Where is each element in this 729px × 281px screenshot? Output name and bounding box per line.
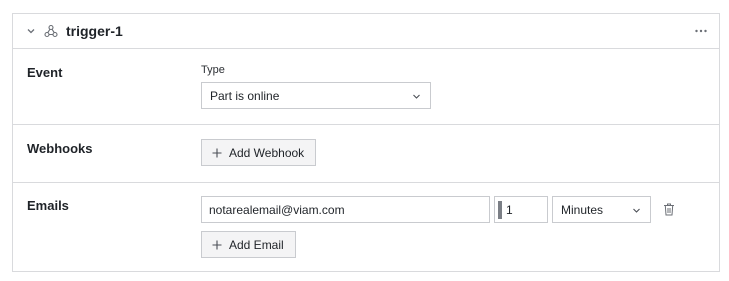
input-focus-bar bbox=[498, 201, 502, 219]
interval-unit-value: Minutes bbox=[561, 203, 604, 217]
trigger-header[interactable]: trigger-1 bbox=[13, 14, 719, 49]
email-value: notarealemail@viam.com bbox=[209, 203, 345, 217]
webhooks-section: Webhooks Add Webhook bbox=[13, 125, 719, 183]
chevron-down-icon bbox=[413, 94, 420, 99]
more-horizontal-icon[interactable] bbox=[693, 24, 709, 38]
event-type-value: Part is online bbox=[210, 89, 280, 103]
emails-section: Emails notarealemail@viam.com 1 Minutes … bbox=[13, 183, 719, 273]
event-section: Event Type Part is online bbox=[13, 49, 719, 125]
interval-number-input[interactable]: 1 bbox=[494, 196, 548, 223]
chevron-down-icon bbox=[633, 208, 640, 213]
interval-unit-select[interactable]: Minutes bbox=[552, 196, 651, 223]
chevron-down-icon[interactable] bbox=[26, 26, 36, 36]
add-webhook-label: Add Webhook bbox=[229, 145, 305, 160]
trigger-card: trigger-1 Event Type Part is online Webh… bbox=[12, 13, 720, 272]
trash-icon[interactable] bbox=[663, 203, 675, 216]
webhooks-label: Webhooks bbox=[27, 141, 93, 156]
webhook-icon bbox=[44, 24, 58, 38]
add-webhook-button[interactable]: Add Webhook bbox=[201, 139, 317, 166]
add-email-button[interactable]: Add Email bbox=[201, 231, 296, 258]
type-label: Type bbox=[201, 64, 225, 76]
add-email-label: Add Email bbox=[229, 237, 284, 252]
event-type-select[interactable]: Part is online bbox=[201, 82, 431, 109]
plus-icon bbox=[212, 240, 222, 249]
email-field[interactable]: notarealemail@viam.com bbox=[201, 196, 490, 223]
plus-icon bbox=[212, 148, 222, 157]
event-label: Event bbox=[27, 65, 63, 80]
emails-label: Emails bbox=[27, 198, 69, 213]
interval-value: 1 bbox=[506, 203, 513, 217]
trigger-name: trigger-1 bbox=[66, 23, 123, 39]
